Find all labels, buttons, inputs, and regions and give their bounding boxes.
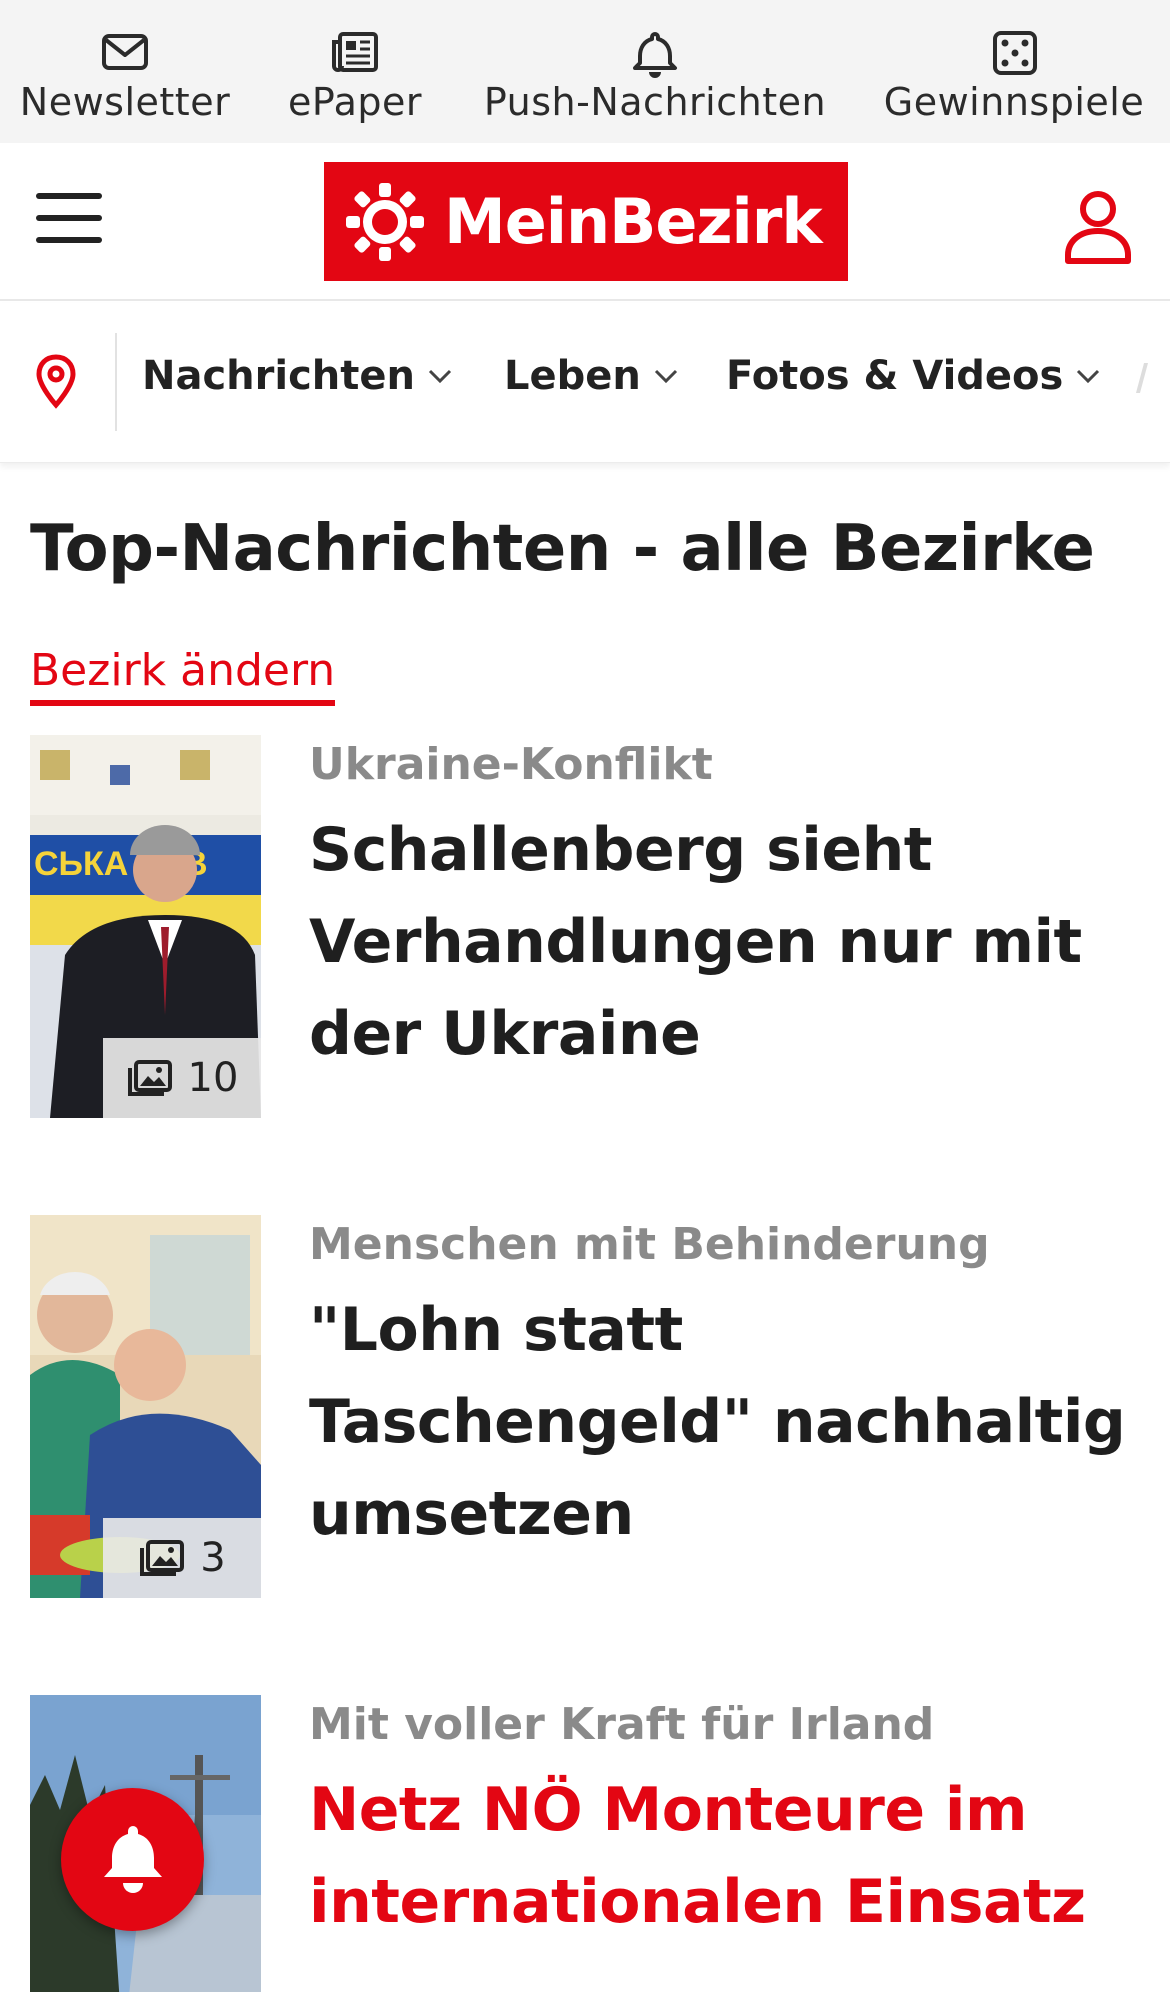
article-kicker: Mit voller Kraft für Irland bbox=[309, 1699, 935, 1750]
push-notifications-label: Push-Nachrichten bbox=[483, 80, 827, 124]
chevron-down-icon bbox=[428, 369, 452, 384]
image-count-badge: 10 bbox=[103, 1038, 261, 1118]
article-thumbnail[interactable]: 3 bbox=[30, 1215, 261, 1598]
article-headline[interactable]: "Lohn statt Taschengeld" nachhaltig umse… bbox=[309, 1284, 1140, 1560]
dice-icon bbox=[993, 31, 1037, 75]
user-icon[interactable] bbox=[1063, 189, 1133, 265]
mail-icon bbox=[102, 34, 148, 70]
sweepstakes-link[interactable]: Gewinnspiele bbox=[878, 28, 1150, 124]
article-thumbnail[interactable]: СЬКА СУВ 10 bbox=[30, 735, 261, 1118]
nav-item-label: Fotos & Videos bbox=[726, 353, 1064, 399]
push-notifications-link[interactable]: Push-Nachrichten bbox=[473, 28, 837, 124]
image-gallery-icon bbox=[127, 1060, 172, 1096]
nav-item-label: Leben bbox=[504, 353, 641, 399]
change-district-link[interactable]: Bezirk ändern bbox=[30, 645, 336, 706]
category-nav: Nachrichten Leben Fotos & Videos bbox=[0, 303, 1170, 463]
logo-text: MeinBezirk bbox=[444, 185, 823, 258]
newspaper-icon bbox=[332, 32, 378, 72]
location-pin-icon[interactable] bbox=[34, 353, 78, 409]
newsletter-label: Newsletter bbox=[19, 80, 231, 124]
nav-divider bbox=[115, 333, 117, 431]
image-count: 10 bbox=[187, 1055, 239, 1101]
notification-fab[interactable] bbox=[61, 1788, 204, 1931]
logo-sun-icon bbox=[346, 182, 424, 261]
site-logo[interactable]: MeinBezirk bbox=[324, 162, 848, 281]
hamburger-menu-icon[interactable] bbox=[36, 188, 102, 248]
epaper-label: ePaper bbox=[288, 80, 422, 124]
image-count-badge: 3 bbox=[103, 1518, 261, 1598]
nav-item-nachrichten[interactable]: Nachrichten bbox=[142, 353, 453, 399]
sweepstakes-label: Gewinnspiele bbox=[883, 80, 1145, 124]
chevron-down-icon bbox=[654, 369, 677, 384]
nav-item-leben[interactable]: Leben bbox=[504, 353, 679, 399]
nav-overflow-hint bbox=[1135, 363, 1149, 393]
notification-bell-icon bbox=[103, 1825, 162, 1893]
image-gallery-icon bbox=[140, 1540, 185, 1576]
chevron-down-icon bbox=[1077, 369, 1100, 384]
epaper-link[interactable]: ePaper bbox=[275, 28, 435, 124]
article-kicker: Ukraine-Konflikt bbox=[309, 739, 713, 790]
nav-item-label: Nachrichten bbox=[142, 353, 416, 399]
article-text: Mit voller Kraft für Irland Netz NÖ Mont… bbox=[309, 1695, 1140, 1948]
site-header: MeinBezirk bbox=[0, 143, 1170, 301]
page-title: Top-Nachrichten - alle Bezirke bbox=[30, 512, 1095, 586]
article-headline[interactable]: Netz NÖ Monteure im internationalen Eins… bbox=[309, 1764, 1140, 1948]
newsletter-link[interactable]: Newsletter bbox=[18, 28, 232, 124]
article-kicker: Menschen mit Behinderung bbox=[309, 1219, 990, 1270]
article-text: Menschen mit Behinderung "Lohn statt Tas… bbox=[309, 1215, 1140, 1560]
utility-bar: Newsletter ePaper Push-Nachrichten Gewin… bbox=[0, 0, 1170, 143]
nav-item-fotos-videos[interactable]: Fotos & Videos bbox=[726, 353, 1101, 399]
image-count: 3 bbox=[200, 1535, 226, 1581]
bell-icon bbox=[633, 32, 677, 78]
article-headline[interactable]: Schallenberg sieht Verhandlungen nur mit… bbox=[309, 804, 1140, 1080]
article-text: Ukraine-Konflikt Schallenberg sieht Verh… bbox=[309, 735, 1140, 1080]
